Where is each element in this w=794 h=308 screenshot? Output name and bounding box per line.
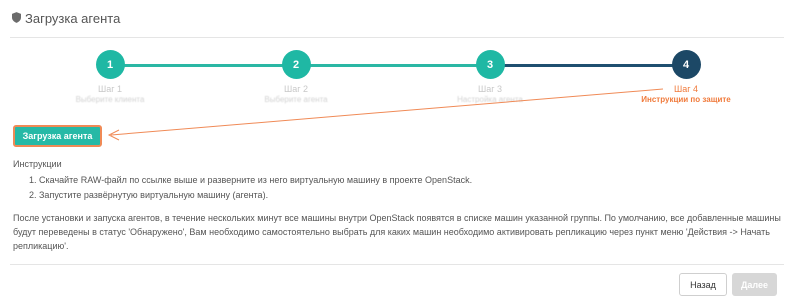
next-button[interactable]: Далее — [732, 273, 777, 296]
step-1[interactable]: 1 Шаг 1 Выберите клиента — [40, 50, 180, 105]
page-title: Загрузка агента — [25, 11, 121, 26]
step-description: Выберите агента — [264, 95, 328, 104]
back-button[interactable]: Назад — [679, 273, 727, 296]
download-agent-button[interactable]: Загрузка агента — [13, 125, 102, 147]
divider — [10, 264, 784, 265]
step-number: 2 — [281, 50, 311, 79]
step-number: 1 — [95, 50, 125, 79]
wizard-stepper: 1 Шаг 1 Выберите клиента 2 Шаг 2 Выберит… — [0, 47, 794, 107]
step-3[interactable]: 3 Шаг 3 Настройка агента — [420, 50, 560, 105]
instructions-heading: Инструкции — [13, 159, 62, 169]
step-title: Шаг 4 — [673, 84, 699, 94]
divider — [10, 37, 784, 38]
step-title: Шаг 3 — [477, 84, 503, 94]
list-item: Скачайте RAW-файл по ссылке выше и разве… — [39, 173, 472, 188]
step-title: Шаг 1 — [97, 84, 123, 94]
shield-icon — [12, 11, 21, 26]
step-2[interactable]: 2 Шаг 2 Выберите агента — [226, 50, 366, 105]
step-4[interactable]: 4 Шаг 4 Инструкции по защите — [616, 50, 756, 105]
step-number: 3 — [475, 50, 505, 79]
panel-header: Загрузка агента — [12, 11, 120, 26]
instructions-list: Скачайте RAW-файл по ссылке выше и разве… — [13, 173, 472, 203]
step-number: 4 — [671, 50, 701, 79]
step-description: Выберите клиента — [75, 95, 145, 104]
step-title: Шаг 2 — [283, 84, 309, 94]
step-description: Настройка агента — [457, 95, 523, 104]
info-paragraph: После установки и запуска агентов, в теч… — [13, 213, 781, 251]
step-description: Инструкции по защите — [641, 95, 731, 104]
list-item: Запустите развёрнутую виртуальную машину… — [39, 188, 472, 203]
